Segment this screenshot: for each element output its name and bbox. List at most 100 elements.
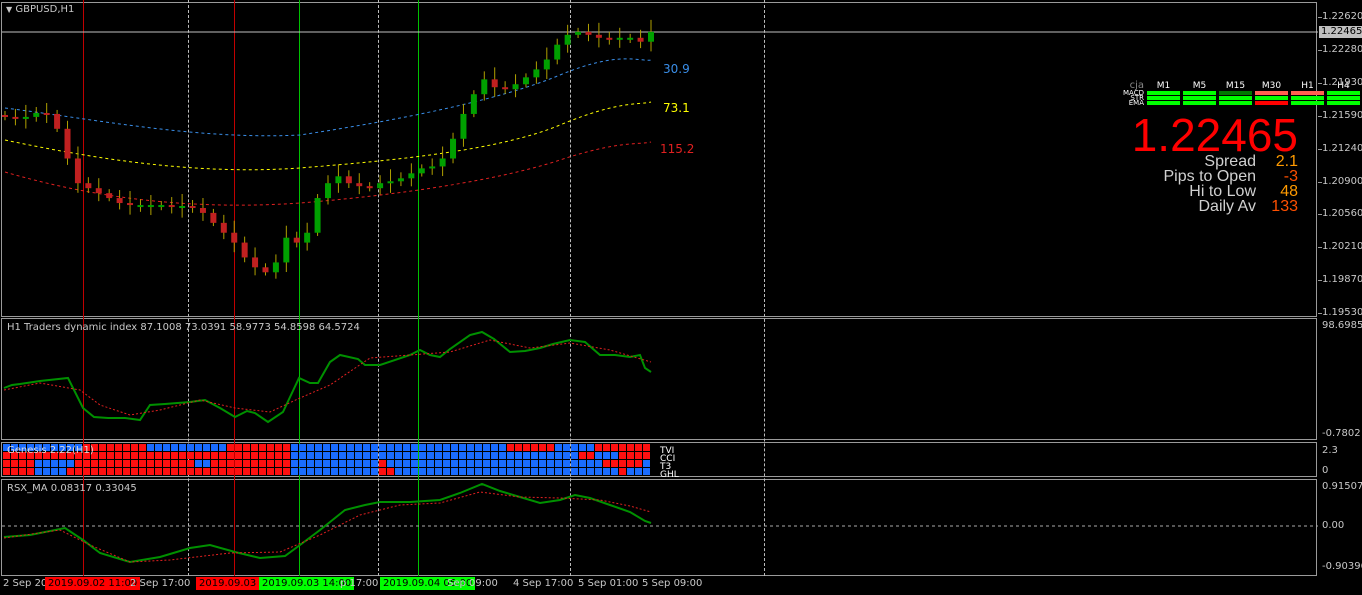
candle-body bbox=[408, 173, 415, 179]
genesis-cell bbox=[179, 460, 186, 467]
symbol-menu[interactable]: ▼ GBPUSD,H1 bbox=[6, 4, 74, 15]
genesis-cell bbox=[331, 444, 338, 451]
genesis-cell bbox=[267, 444, 274, 451]
signal-cell bbox=[1147, 101, 1180, 105]
candle-body bbox=[397, 178, 404, 182]
candle-body bbox=[429, 166, 436, 169]
genesis-cell bbox=[227, 452, 234, 459]
genesis-cell bbox=[443, 468, 450, 475]
rsx-max: 0.91507 bbox=[1322, 481, 1362, 492]
genesis-cell bbox=[19, 468, 26, 475]
genesis-cell bbox=[283, 460, 290, 467]
genesis-cell bbox=[235, 452, 242, 459]
price-tick-label: 1.21930 bbox=[1322, 76, 1362, 88]
genesis-cell bbox=[267, 452, 274, 459]
price-tick bbox=[1318, 17, 1322, 18]
genesis-cell bbox=[387, 444, 394, 451]
genesis-cell bbox=[363, 468, 370, 475]
genesis-cell bbox=[587, 460, 594, 467]
price-tick bbox=[1318, 247, 1322, 249]
genesis-cell bbox=[243, 444, 250, 451]
genesis-cell bbox=[579, 444, 586, 451]
genesis-cell bbox=[315, 444, 322, 451]
genesis-cell bbox=[275, 468, 282, 475]
genesis-cell bbox=[3, 460, 10, 467]
genesis-cell bbox=[275, 460, 282, 467]
genesis-grid bbox=[3, 444, 650, 475]
genesis-cell bbox=[531, 452, 538, 459]
genesis-cell bbox=[307, 444, 314, 451]
genesis-cell bbox=[555, 468, 562, 475]
genesis-cell bbox=[331, 468, 338, 475]
genesis-cell bbox=[99, 452, 106, 459]
genesis-cell bbox=[563, 460, 570, 467]
candle-body bbox=[522, 77, 529, 85]
genesis-cell bbox=[539, 452, 546, 459]
candle-body bbox=[450, 138, 457, 159]
candle-body bbox=[127, 203, 134, 206]
genesis-cell bbox=[371, 468, 378, 475]
genesis-cell bbox=[451, 460, 458, 467]
price-tick-label: 1.21240 bbox=[1322, 142, 1362, 154]
genesis-cell bbox=[27, 468, 34, 475]
genesis-cell bbox=[555, 452, 562, 459]
genesis-cell bbox=[363, 444, 370, 451]
signal-cell bbox=[1147, 96, 1180, 100]
price-tick-label: 1.22280 bbox=[1322, 43, 1362, 55]
genesis-cell bbox=[243, 460, 250, 467]
genesis-cell bbox=[347, 460, 354, 467]
signal-cell bbox=[1255, 96, 1288, 100]
time-marker-label: 2019.09.02 11:00 bbox=[45, 577, 141, 590]
genesis-cell bbox=[435, 468, 442, 475]
price-tick-label: 1.19870 bbox=[1322, 274, 1362, 286]
genesis-cell bbox=[3, 468, 10, 475]
genesis-cell bbox=[219, 460, 226, 467]
genesis-cell bbox=[139, 452, 146, 459]
candle-body bbox=[95, 188, 102, 194]
genesis-cell bbox=[307, 452, 314, 459]
genesis-cell bbox=[115, 468, 122, 475]
genesis-cell bbox=[603, 460, 610, 467]
genesis-cell bbox=[507, 468, 514, 475]
genesis-cell bbox=[643, 468, 650, 475]
genesis-cell bbox=[491, 468, 498, 475]
genesis-cell bbox=[643, 452, 650, 459]
genesis-cell bbox=[227, 468, 234, 475]
candle-body bbox=[335, 176, 342, 184]
rsx-min: -0.90396 bbox=[1322, 561, 1362, 572]
genesis-cell bbox=[107, 460, 114, 467]
signal-cell bbox=[1183, 91, 1216, 95]
genesis-cell bbox=[515, 444, 522, 451]
timeframe-label: M15 bbox=[1225, 81, 1246, 91]
rsx-line bbox=[3, 482, 652, 564]
candle-body bbox=[575, 31, 582, 35]
genesis-cell bbox=[627, 460, 634, 467]
ma-label-yellow: 73.1 bbox=[663, 101, 690, 115]
price-tick bbox=[1318, 214, 1322, 216]
stat-value: 48 bbox=[1280, 183, 1298, 200]
time-tick-label: p 17:00 bbox=[340, 578, 379, 589]
genesis-cell bbox=[331, 452, 338, 459]
candle-body bbox=[220, 222, 227, 233]
genesis-cell bbox=[435, 452, 442, 459]
genesis-cell bbox=[427, 444, 434, 451]
genesis-cell bbox=[99, 460, 106, 467]
genesis-cell bbox=[75, 460, 82, 467]
genesis-cell bbox=[371, 452, 378, 459]
genesis-cell bbox=[123, 468, 130, 475]
genesis-cell bbox=[563, 452, 570, 459]
genesis-cell bbox=[619, 452, 626, 459]
candle-body bbox=[64, 128, 71, 159]
genesis-cell bbox=[427, 460, 434, 467]
genesis-cell bbox=[483, 452, 490, 459]
candle-body bbox=[272, 262, 279, 273]
genesis-cell bbox=[211, 444, 218, 451]
genesis-cell bbox=[131, 444, 138, 451]
signal-cell bbox=[1327, 101, 1360, 105]
stat-row: Pips to Open -3 bbox=[1164, 169, 1299, 185]
genesis-cell bbox=[643, 444, 650, 451]
candle-body bbox=[241, 242, 248, 258]
genesis-cell bbox=[259, 444, 266, 451]
genesis-cell bbox=[411, 468, 418, 475]
genesis-cell bbox=[603, 468, 610, 475]
